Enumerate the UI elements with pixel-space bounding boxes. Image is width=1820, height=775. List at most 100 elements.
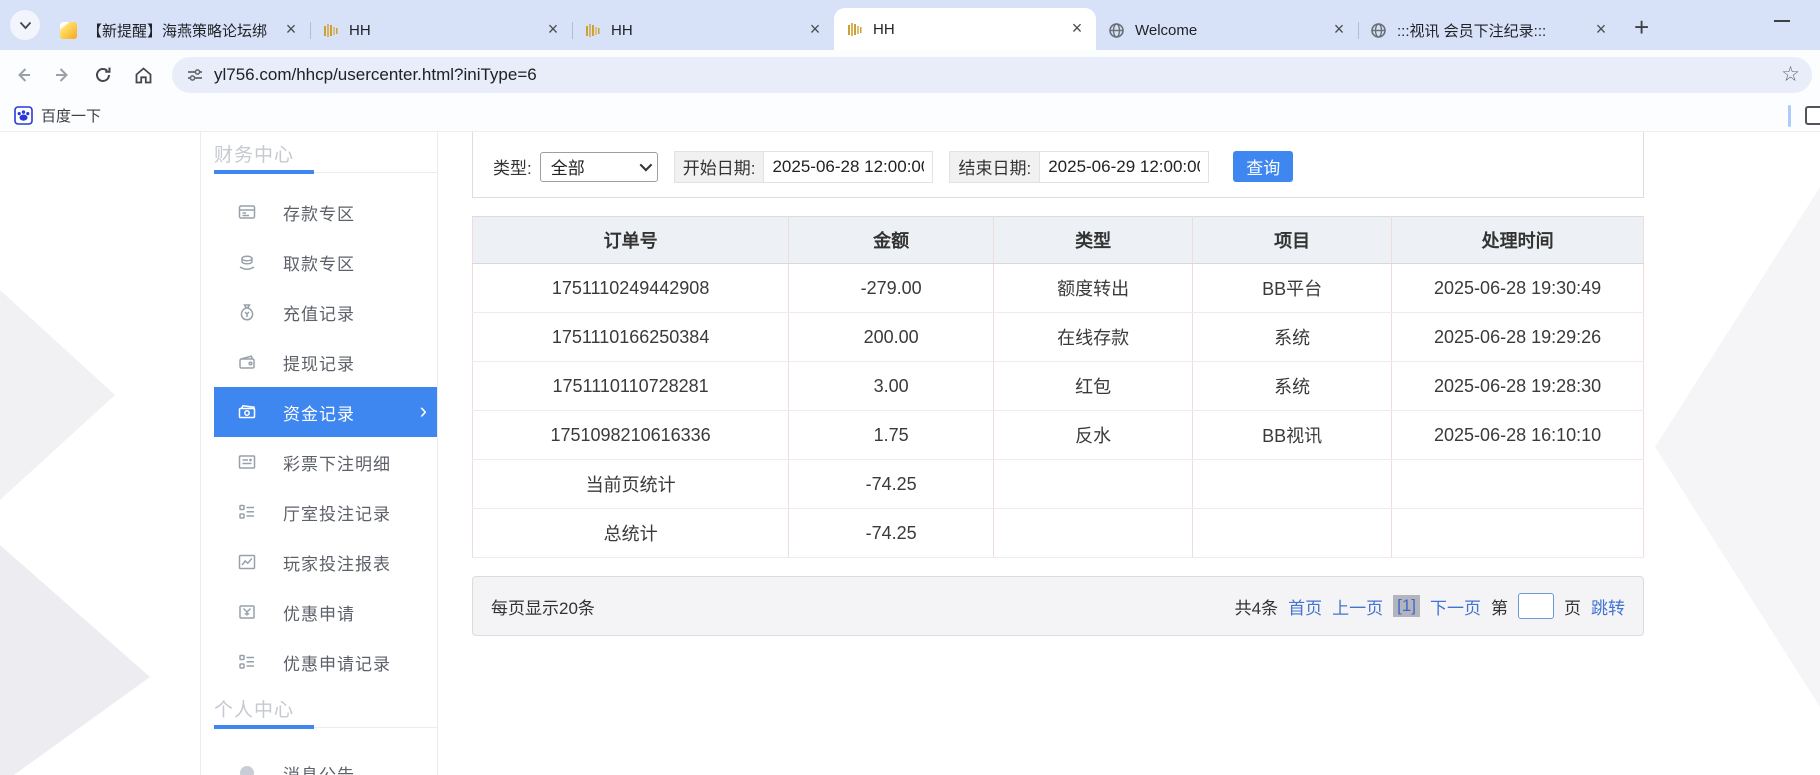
chevron-down-icon: [19, 21, 32, 30]
bookmarks-bar: 百度一下: [0, 100, 1820, 132]
table-row: 1751098210616336 1.75 反水 BB视讯 2025-06-28…: [473, 411, 1644, 460]
bookmarks-separator: [1788, 105, 1791, 127]
jump-link[interactable]: 跳转: [1591, 594, 1625, 619]
sidebar-item-recharge[interactable]: 充值记录: [201, 287, 437, 337]
url-text[interactable]: yl756.com/hhcp/usercenter.html?iniType=6: [214, 65, 1781, 85]
close-icon[interactable]: ×: [1592, 21, 1610, 39]
end-date-label: 结束日期:: [950, 152, 1040, 182]
cell-amount: -279.00: [789, 264, 994, 313]
tab-search-button[interactable]: [10, 10, 40, 40]
cell-amount: 200.00: [789, 313, 994, 362]
sidebar-item-deposit[interactable]: 存款专区: [201, 187, 437, 237]
cell-amount: 1.75: [789, 411, 994, 460]
cell-summary-label: 当前页统计: [473, 460, 789, 509]
table-row: 1751110166250384 200.00 在线存款 系统 2025-06-…: [473, 313, 1644, 362]
pagination-bar: 每页显示20条 共4条 首页 上一页 [1] 下一页 第 页 跳转: [472, 576, 1644, 636]
total-count-text: 共4条: [1235, 594, 1278, 619]
sidebar-item-player-report[interactable]: 玩家投注报表: [201, 537, 437, 587]
close-icon[interactable]: ×: [544, 21, 562, 39]
tab-forum[interactable]: 【新提醒】海燕策略论坛绑 ×: [48, 10, 310, 50]
bookmark-baidu[interactable]: 百度一下: [14, 105, 101, 126]
section-underline: [214, 172, 437, 173]
type-label: 类型:: [493, 154, 532, 179]
address-bar[interactable]: yl756.com/hhcp/usercenter.html?iniType=6…: [172, 57, 1812, 93]
table-row-total-summary: 总统计 -74.25: [473, 509, 1644, 558]
jump-label-post: 页: [1564, 594, 1581, 619]
filter-bar: 类型: 全部 开始日期: 结束日期: 查询: [472, 132, 1644, 198]
minimize-button[interactable]: [1774, 20, 1790, 22]
site-settings-icon[interactable]: [186, 66, 204, 84]
background-triangle: [1655, 187, 1820, 707]
close-icon[interactable]: ×: [806, 21, 824, 39]
globe-favicon: [1370, 22, 1387, 39]
column-header-project: 项目: [1193, 217, 1392, 264]
cell-project: BB平台: [1193, 264, 1392, 313]
tabs-container: 【新提醒】海燕策略论坛绑 × HH × HH × HH ×: [48, 0, 1620, 50]
sidebar-item-funds[interactable]: 资金记录 ›: [214, 387, 437, 437]
message-icon: [237, 763, 257, 775]
hall-record-icon: [237, 502, 257, 522]
sidebar-item-withdraw[interactable]: 取款专区: [201, 237, 437, 287]
cell-amount: 3.00: [789, 362, 994, 411]
bookmark-star-icon[interactable]: ☆: [1781, 65, 1800, 85]
tab-title: 【新提醒】海燕策略论坛绑: [87, 20, 276, 41]
tab-title: HH: [611, 22, 800, 39]
bookmark-label: 百度一下: [41, 105, 101, 126]
tab-title: HH: [873, 21, 1062, 38]
cell-time: 2025-06-28 16:10:10: [1392, 411, 1644, 460]
cell-type: 反水: [994, 411, 1193, 460]
sidebar-item-promo-apply[interactable]: 优惠申请: [201, 587, 437, 637]
tab-hh-2[interactable]: HH ×: [572, 10, 834, 50]
cell-order-no: 1751098210616336: [473, 411, 789, 460]
start-date-input[interactable]: [764, 152, 932, 182]
cell-time: 2025-06-28 19:30:49: [1392, 264, 1644, 313]
next-page-link[interactable]: 下一页: [1430, 594, 1481, 619]
cell-order-no: 1751110249442908: [473, 264, 789, 313]
current-page-badge[interactable]: [1]: [1393, 595, 1420, 617]
main-content: 类型: 全部 开始日期: 结束日期: 查询 订单号 金额 类型: [472, 132, 1644, 636]
withdraw-icon: [237, 252, 257, 272]
cell-project: BB视讯: [1193, 411, 1392, 460]
cell-order-no: 1751110166250384: [473, 313, 789, 362]
chevron-right-icon: ›: [420, 398, 427, 424]
section-title: 财务中心: [214, 140, 437, 167]
tab-title: HH: [349, 22, 538, 39]
section-title: 个人中心: [214, 695, 437, 722]
promo-apply-icon: [237, 602, 257, 622]
cell-amount: -74.25: [789, 509, 994, 558]
cell-summary-label: 总统计: [473, 509, 789, 558]
page-jump-input[interactable]: [1518, 593, 1554, 619]
tab-title: Welcome: [1135, 22, 1324, 39]
end-date-input[interactable]: [1040, 152, 1208, 182]
cell-type: 额度转出: [994, 264, 1193, 313]
tab-shixun-records[interactable]: :::视讯 会员下注纪录::: ×: [1358, 10, 1620, 50]
close-icon[interactable]: ×: [282, 21, 300, 39]
side-panel-icon[interactable]: [1805, 106, 1820, 125]
forum-favicon: [60, 22, 77, 39]
new-tab-button[interactable]: +: [1634, 16, 1649, 38]
tab-hh-1[interactable]: HH ×: [310, 10, 572, 50]
query-button[interactable]: 查询: [1233, 151, 1293, 182]
tab-welcome[interactable]: Welcome ×: [1096, 10, 1358, 50]
sidebar-item-promo-record[interactable]: 优惠申请记录: [201, 637, 437, 687]
home-button[interactable]: [126, 58, 160, 92]
prev-page-link[interactable]: 上一页: [1332, 594, 1383, 619]
background-triangle: [0, 290, 115, 500]
type-select[interactable]: 全部: [540, 152, 658, 182]
sidebar-item-messages[interactable]: 消息公告: [201, 748, 437, 775]
tab-strip: 【新提醒】海燕策略论坛绑 × HH × HH × HH ×: [0, 0, 1820, 50]
table-row: 1751110110728281 3.00 红包 系统 2025-06-28 1…: [473, 362, 1644, 411]
sidebar-item-lottery-detail[interactable]: 彩票下注明细: [201, 437, 437, 487]
back-button[interactable]: [6, 58, 40, 92]
sidebar-section-personal: 个人中心: [201, 687, 437, 742]
close-icon[interactable]: ×: [1330, 21, 1348, 39]
tab-hh-active[interactable]: HH ×: [834, 8, 1096, 50]
sidebar-item-cashout[interactable]: 提现记录: [201, 337, 437, 387]
sidebar-item-hall-record[interactable]: 厅室投注记录: [201, 487, 437, 537]
first-page-link[interactable]: 首页: [1288, 594, 1322, 619]
reload-button[interactable]: [86, 58, 120, 92]
forward-button[interactable]: [46, 58, 80, 92]
background-triangle: [0, 545, 150, 775]
column-header-order-no: 订单号: [473, 217, 789, 264]
close-icon[interactable]: ×: [1068, 20, 1086, 38]
